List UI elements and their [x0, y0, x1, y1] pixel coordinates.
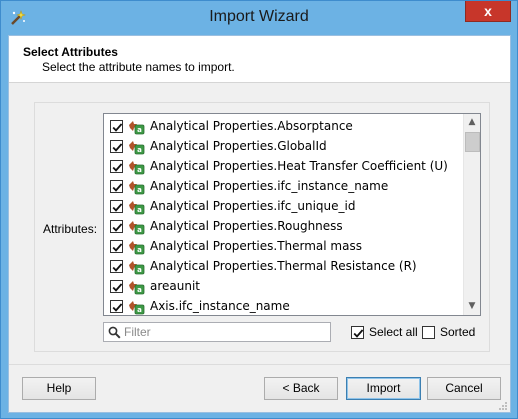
- select-all-label: Select all: [369, 325, 418, 339]
- svg-text:a: a: [137, 206, 142, 214]
- svg-text:a: a: [137, 306, 142, 314]
- attribute-icon: a: [128, 139, 145, 155]
- list-item[interactable]: a Analytical Properties.Thermal mass: [104, 237, 464, 257]
- attribute-checkbox[interactable]: [110, 120, 123, 133]
- attribute-icon: a: [128, 279, 145, 295]
- list-item[interactable]: a Analytical Properties.Heat Transfer Coe…: [104, 157, 464, 177]
- svg-text:a: a: [137, 146, 142, 154]
- sorted-check-box[interactable]: [422, 326, 435, 339]
- list-item[interactable]: a Analytical Properties.ifc_unique_id: [104, 197, 464, 217]
- attribute-label: Analytical Properties.Heat Transfer Coef…: [150, 159, 448, 173]
- footer-divider: [9, 364, 510, 365]
- attribute-checkbox[interactable]: [110, 280, 123, 293]
- page-subtitle: Select the attribute names to import.: [42, 60, 235, 74]
- attribute-label: Analytical Properties.Thermal Resistance…: [150, 259, 417, 273]
- attribute-icon: a: [128, 239, 145, 255]
- attribute-icon: a: [128, 259, 145, 275]
- attribute-label: Analytical Properties.GlobalId: [150, 139, 327, 153]
- svg-text:a: a: [137, 266, 142, 274]
- title-bar[interactable]: Import Wizard x: [1, 1, 517, 35]
- attribute-label: Analytical Properties.Thermal mass: [150, 239, 362, 253]
- back-button[interactable]: < Back: [264, 377, 338, 400]
- attribute-checkbox[interactable]: [110, 260, 123, 273]
- scroll-up-icon[interactable]: ▲: [464, 114, 480, 131]
- filter-field[interactable]: [103, 322, 331, 342]
- attribute-checkbox[interactable]: [110, 200, 123, 213]
- attribute-icon: a: [128, 219, 145, 235]
- attribute-checkbox[interactable]: [110, 160, 123, 173]
- list-item[interactable]: a Analytical Properties.Roughness: [104, 217, 464, 237]
- attribute-icon: a: [128, 179, 145, 195]
- attribute-label: Axis.ifc_instance_name: [150, 299, 290, 313]
- list-item[interactable]: a Analytical Properties.Thermal Resistanc…: [104, 257, 464, 277]
- attribute-label: Analytical Properties.Roughness: [150, 219, 343, 233]
- scroll-thumb[interactable]: [465, 132, 480, 152]
- attribute-checkbox[interactable]: [110, 240, 123, 253]
- attribute-label: Analytical Properties.Absorptance: [150, 119, 353, 133]
- attributes-label: Attributes:: [43, 222, 98, 236]
- select-all-check-box[interactable]: [351, 326, 364, 339]
- cancel-button[interactable]: Cancel: [427, 377, 501, 400]
- list-item[interactable]: a areaunit: [104, 277, 464, 297]
- vertical-scrollbar[interactable]: ▲ ▼: [463, 114, 480, 315]
- attribute-checkbox[interactable]: [110, 300, 123, 313]
- list-item[interactable]: a Analytical Properties.ifc_instance_name: [104, 177, 464, 197]
- list-item[interactable]: a Analytical Properties.Absorptance: [104, 117, 464, 137]
- attribute-checkbox[interactable]: [110, 220, 123, 233]
- attribute-icon: a: [128, 159, 145, 175]
- window-title: Import Wizard: [209, 8, 309, 25]
- list-item[interactable]: a Analytical Properties.GlobalId: [104, 137, 464, 157]
- import-wizard-window: Import Wizard x Select Attributes Select…: [0, 0, 518, 419]
- attribute-label: Analytical Properties.ifc_unique_id: [150, 199, 356, 213]
- attribute-label: areaunit: [150, 279, 201, 293]
- wizard-client-area: Select Attributes Select the attribute n…: [8, 35, 511, 413]
- sorted-label: Sorted: [440, 325, 476, 339]
- filter-input[interactable]: [124, 324, 324, 340]
- attribute-icon: a: [128, 199, 145, 215]
- import-button[interactable]: Import: [346, 377, 421, 400]
- attribute-checkbox[interactable]: [110, 180, 123, 193]
- close-button[interactable]: x: [465, 1, 511, 22]
- help-button[interactable]: Help: [22, 377, 96, 400]
- attribute-icon: a: [128, 119, 145, 135]
- svg-text:a: a: [137, 126, 142, 134]
- scroll-down-icon[interactable]: ▼: [464, 298, 480, 315]
- svg-text:a: a: [137, 286, 142, 294]
- attributes-group: Attributes: a Analytical Properties.Absor…: [34, 102, 490, 352]
- attribute-icon: a: [128, 299, 145, 315]
- attribute-checkbox[interactable]: [110, 140, 123, 153]
- svg-text:a: a: [137, 246, 142, 254]
- list-item[interactable]: a Axis.ifc_instance_name: [104, 297, 464, 315]
- search-icon: [108, 326, 121, 339]
- svg-text:a: a: [137, 186, 142, 194]
- svg-text:a: a: [137, 226, 142, 234]
- attribute-label: Analytical Properties.ifc_instance_name: [150, 179, 389, 193]
- svg-text:a: a: [137, 166, 142, 174]
- page-title: Select Attributes: [23, 45, 118, 59]
- wizard-header: Select Attributes Select the attribute n…: [9, 36, 510, 83]
- resize-grip-icon[interactable]: [498, 400, 508, 410]
- attributes-list[interactable]: a Analytical Properties.Absorptance a Analy…: [103, 113, 481, 316]
